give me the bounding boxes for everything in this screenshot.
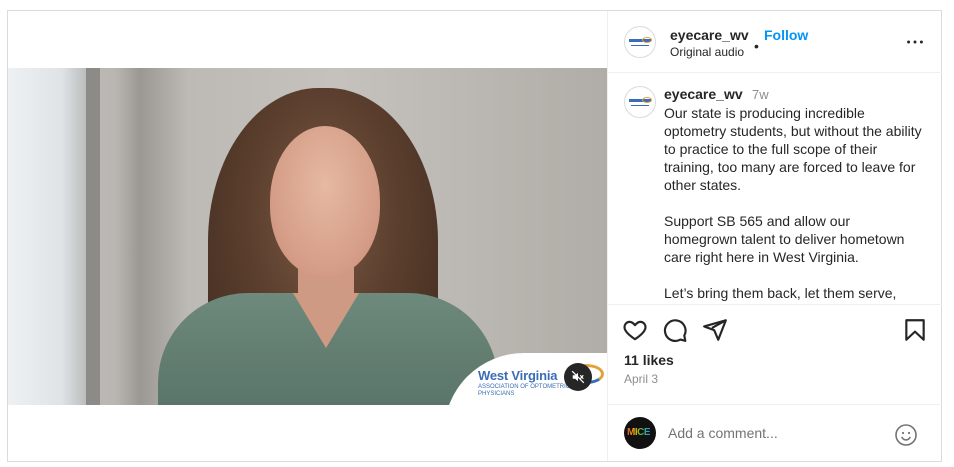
overlay-logo-title: West Virginia [478,368,558,383]
caption-author-avatar[interactable] [624,86,656,118]
heart-icon[interactable] [622,317,648,343]
caption-username[interactable]: eyecare_wv [664,86,743,102]
video-player[interactable]: West Virginia Association of Optometric … [8,68,608,405]
separator-dot: • [754,38,759,54]
caption-area[interactable]: eyecare_wv 7w Our state is producing inc… [608,73,942,304]
post-side-panel: eyecare_wv • Follow Original audio eyeca… [607,11,942,461]
audio-label[interactable]: Original audio [670,45,744,59]
viewer-avatar-text: MICE [627,427,651,438]
instagram-post: West Virginia Association of Optometric … [7,10,942,462]
video-person-vneck [293,293,359,348]
author-username[interactable]: eyecare_wv [670,27,749,43]
caption-timestamp[interactable]: 7w [752,87,769,102]
video-window-frame [86,68,100,405]
follow-button[interactable]: Follow [764,27,808,43]
post-header: eyecare_wv • Follow Original audio [608,11,942,73]
mute-toggle-button[interactable] [564,363,592,391]
send-icon[interactable] [702,317,728,343]
smiley-icon[interactable] [894,423,918,447]
comment-input[interactable] [668,423,888,443]
post-media: West Virginia Association of Optometric … [8,11,608,461]
bookmark-icon[interactable] [902,317,928,343]
viewer-avatar[interactable]: MICE [624,417,656,449]
video-window-background [8,68,98,405]
post-actions: 11 likes April 3 [608,304,942,404]
more-options-icon[interactable] [904,31,926,53]
video-person-face [270,126,380,276]
speaker-muted-icon [571,370,585,384]
likes-count[interactable]: 11 likes [624,352,674,368]
comment-bar: MICE [608,404,942,461]
post-date[interactable]: April 3 [624,372,658,386]
comment-icon[interactable] [662,317,688,343]
caption-text: Our state is producing incredible optome… [664,105,922,301]
author-avatar[interactable] [624,26,656,58]
